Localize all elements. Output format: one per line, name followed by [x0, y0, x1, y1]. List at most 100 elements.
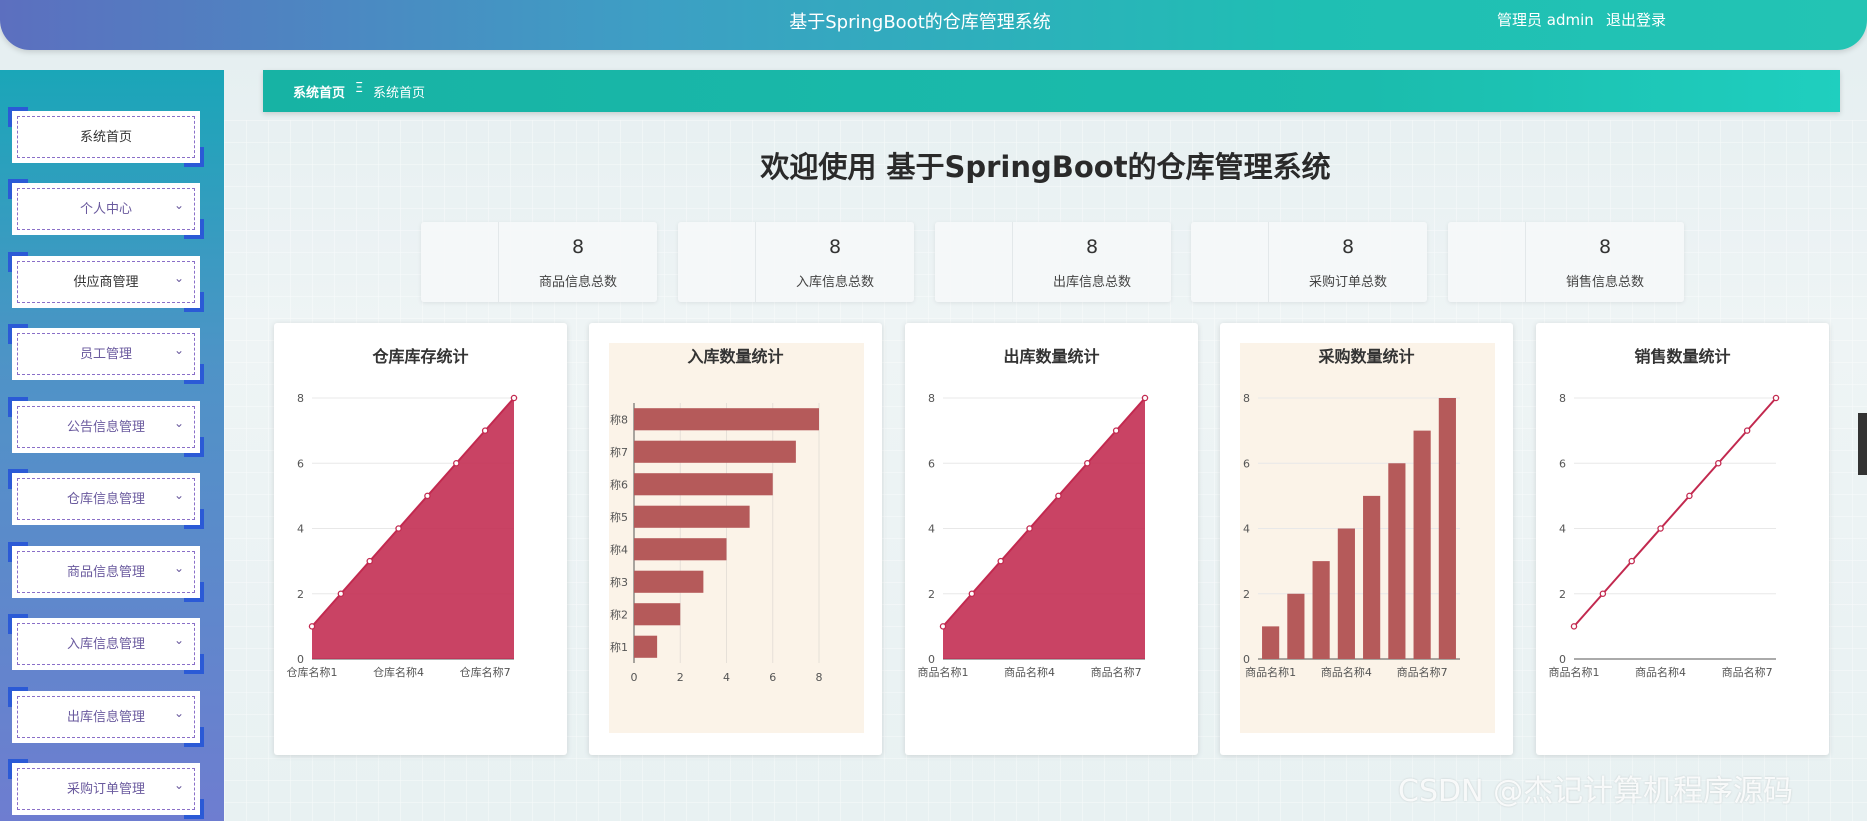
x-tick-label: 商品名称1 [918, 665, 969, 679]
sidebar-item-home[interactable]: 系统首页 [8, 107, 204, 167]
y-tick-label: 0 [297, 653, 304, 666]
sidebar-item-label: 仓库信息管理 [66, 492, 145, 507]
y-tick-label: 8 [1559, 392, 1566, 405]
sidebar: 系统首页 个人中心 ⌄ 供应商管理 ⌄ 员工管理 ⌄ 公告信息管理 ⌄ 仓库信息… [0, 70, 224, 821]
data-point [395, 525, 402, 532]
sidebar-item-inbound[interactable]: 入库信息管理 ⌄ [8, 614, 204, 674]
stat-card-sales: 8 销售信息总数 [1448, 222, 1684, 302]
stat-value: 8 [1341, 236, 1355, 258]
sidebar-item-label: 出库信息管理 [66, 710, 145, 725]
sidebar-item-staff[interactable]: 员工管理 ⌄ [8, 324, 204, 384]
x-tick-label: 商品名称7 [1091, 665, 1142, 679]
chevron-down-icon: ⌄ [173, 343, 184, 357]
x-tick-label: 商品名称4 [1635, 665, 1686, 679]
y-tick-label: 称5 [610, 510, 628, 524]
y-tick-label: 2 [1559, 588, 1566, 601]
data-point [424, 492, 431, 500]
watermark: CSDN @杰记计算机程序源码 [1398, 774, 1794, 809]
x-tick-label: 6 [769, 671, 776, 684]
stat-icon-box [1191, 222, 1269, 302]
sidebar-item-purchase[interactable]: 采购订单管理 ⌄ [8, 759, 204, 819]
y-tick-label: 6 [297, 457, 304, 470]
breadcrumb-root[interactable]: 系统首页 [293, 82, 345, 101]
x-tick-label: 商品名称7 [1397, 665, 1448, 679]
y-tick-label: 称4 [610, 542, 628, 556]
y-tick-label: 称7 [610, 445, 628, 459]
data-point [337, 590, 345, 597]
x-tick-label: 商品名称4 [1004, 665, 1055, 679]
data-point [1055, 492, 1062, 500]
y-tick-label: 8 [297, 392, 304, 405]
chevron-down-icon: ⌄ [173, 271, 184, 285]
y-tick-label: 称2 [610, 607, 628, 621]
stat-card-goods: 8 商品信息总数 [421, 222, 657, 302]
bar [634, 505, 750, 528]
bar [1413, 430, 1431, 659]
chevron-down-icon: ⌄ [173, 706, 184, 720]
breadcrumb-separator-icon: Ξ [355, 81, 364, 96]
x-tick-label: 商品名称4 [1321, 665, 1372, 679]
sidebar-item-personal-center[interactable]: 个人中心 ⌄ [8, 179, 204, 239]
sidebar-item-warehouse[interactable]: 仓库信息管理 ⌄ [8, 469, 204, 529]
x-tick-label: 4 [723, 671, 730, 684]
stat-icon-box [1448, 222, 1526, 302]
data-point [1599, 590, 1607, 597]
logout-link[interactable]: 退出登录 [1606, 9, 1666, 30]
chart-card-inbound-qty: 0 2 4 6 8 称1 称2 称3 称4 称5 称6 称7 称8 入库数量统计 [589, 323, 882, 755]
chart-sales-qty: 0 2 4 6 8 商品名称1 商品名称4 商品名称7 [1549, 392, 1780, 679]
data-point [968, 590, 976, 597]
chart-title: 销售数量统计 [1634, 347, 1731, 366]
stat-value: 8 [1598, 236, 1612, 258]
bar [634, 538, 727, 561]
sidebar-item-label: 系统首页 [79, 130, 132, 145]
y-tick-label: 8 [1243, 392, 1250, 405]
chart-outbound-qty: 0 2 4 6 8 商品名称1 商品名称4 商品名称7 [918, 392, 1149, 679]
sidebar-item-label: 公告信息管理 [66, 420, 145, 435]
y-tick-label: 2 [928, 588, 935, 601]
data-point [1715, 459, 1722, 467]
data-point [1628, 557, 1635, 565]
chevron-down-icon: ⌄ [173, 778, 184, 792]
data-point [1657, 525, 1664, 532]
data-point [1026, 525, 1033, 532]
chart-card-purchase-qty: 0 2 4 6 8 商品名称1 商品名称4 商品名称7 采购数量统计 [1220, 323, 1513, 755]
stat-value: 8 [1085, 236, 1099, 258]
y-tick-label: 称3 [610, 575, 628, 589]
y-tick-label: 8 [928, 392, 935, 405]
chart-title: 入库数量统计 [687, 347, 784, 366]
bar [1262, 626, 1280, 659]
stat-label: 采购订单总数 [1308, 275, 1387, 290]
data-point [1743, 427, 1751, 434]
chart-card-sales-qty: 0 2 4 6 8 商品名称1 商品名称4 商品名称7 销售数量统计 [1536, 323, 1829, 755]
data-point [366, 557, 373, 565]
y-tick-label: 4 [297, 523, 304, 536]
stat-value: 8 [828, 236, 842, 258]
x-tick-label: 8 [816, 671, 823, 684]
data-point [1112, 427, 1120, 434]
sidebar-item-supplier[interactable]: 供应商管理 ⌄ [8, 252, 204, 312]
stat-icon-box [935, 222, 1013, 302]
bar [1312, 561, 1330, 659]
x-tick-label: 仓库名称1 [287, 665, 338, 679]
chevron-down-icon: ⌄ [173, 561, 184, 575]
y-tick-label: 4 [1559, 523, 1566, 536]
x-tick-label: 商品名称1 [1245, 665, 1296, 679]
data-point [1084, 459, 1091, 467]
chevron-down-icon: ⌄ [173, 416, 184, 430]
y-tick-label: 0 [928, 653, 935, 666]
sidebar-item-notice[interactable]: 公告信息管理 ⌄ [8, 397, 204, 457]
bar [634, 473, 773, 496]
sidebar-item-goods[interactable]: 商品信息管理 ⌄ [8, 542, 204, 602]
bar [1363, 495, 1381, 659]
chart-title: 出库数量统计 [1003, 347, 1100, 366]
scrollbar-thumb[interactable] [1858, 413, 1867, 475]
data-point [510, 394, 518, 402]
data-point [939, 623, 947, 630]
bar [1287, 593, 1305, 659]
sidebar-item-label: 供应商管理 [73, 275, 139, 290]
x-tick-label: 0 [631, 671, 638, 684]
sidebar-item-outbound[interactable]: 出库信息管理 ⌄ [8, 687, 204, 747]
data-point [1141, 394, 1149, 402]
bar [634, 570, 704, 593]
breadcrumb: 系统首页 Ξ 系统首页 [263, 70, 1840, 112]
